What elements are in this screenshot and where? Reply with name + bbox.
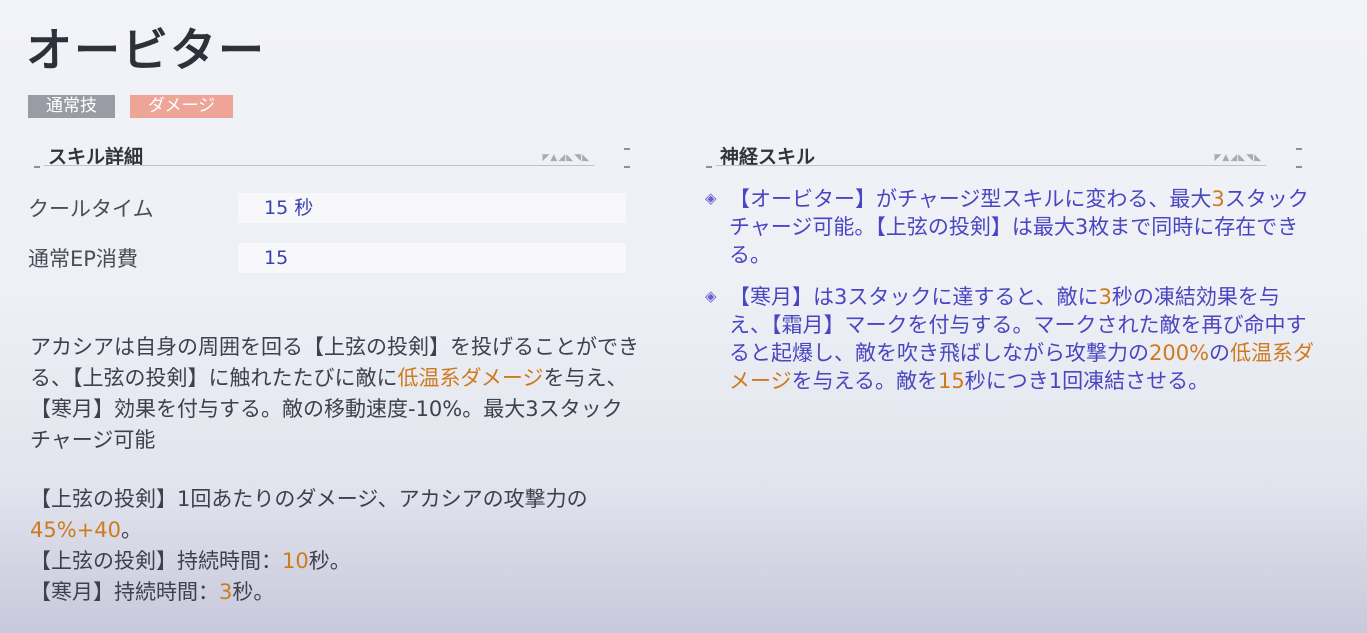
neural-skill-item: ◈ 【オービター】がチャージ型スキルに変わる、最大3スタックチャージ可能。【上弦… <box>705 185 1315 269</box>
desc-text: 【上弦の投剣】持続時間： <box>30 549 282 573</box>
cooldown-value: 15 秒 <box>238 193 626 223</box>
kangetsu-duration-line: 【寒月】持続時間：3秒。 <box>30 577 640 608</box>
ep-cost-value: 15 <box>238 243 626 273</box>
neural-highlight: 15 <box>937 369 965 393</box>
duration-line: 【上弦の投剣】持続時間：10秒。 <box>30 546 640 577</box>
neural-text: を与える。敵を <box>791 369 938 393</box>
neural-highlight: 200% <box>1149 341 1210 365</box>
desc-text: 。 <box>121 518 142 542</box>
ep-cost-row: 通常EP消費 15 <box>28 243 626 273</box>
desc-text: 【寒月】持続時間： <box>30 580 219 604</box>
neural-section-header: 神経スキル ◤▲◢◣◥◣ <box>700 142 1302 170</box>
duration-value: 10 <box>282 549 309 573</box>
neural-skill-text: 【オービター】がチャージ型スキルに変わる、最大3スタックチャージ可能。【上弦の投… <box>729 185 1315 269</box>
ornament-icon: ◤▲◢◣◥◣ <box>542 153 590 163</box>
desc-text: 秒。 <box>308 549 351 573</box>
diamond-bullet-icon: ◈ <box>705 189 717 207</box>
desc-highlight: 低温系ダメージ <box>397 366 544 390</box>
ep-cost-label: 通常EP消費 <box>28 247 138 271</box>
neural-skill-item: ◈ 【寒月】は3スタックに達すると、敵に3秒の凍結効果を与え、【霜月】マークを付… <box>705 283 1315 395</box>
desc-text: 秒。 <box>232 580 275 604</box>
cooldown-label: クールタイム <box>28 197 154 221</box>
header-tick <box>624 148 630 150</box>
damage-line: 【上弦の投剣】1回あたりのダメージ、アカシアの攻撃力の 45%+40。 <box>30 484 640 546</box>
header-tick <box>34 166 40 168</box>
neural-skill-text: 【寒月】は3スタックに達すると、敵に3秒の凍結効果を与え、【霜月】マークを付与す… <box>729 283 1315 395</box>
damage-value: 45%+40 <box>30 518 121 542</box>
header-tick <box>624 166 630 168</box>
skill-tags: 通常技 ダメージ <box>28 95 234 118</box>
neural-text: の <box>1209 341 1231 365</box>
header-tick <box>706 166 712 168</box>
ornament-icon: ◤▲◢◣◥◣ <box>1214 153 1262 163</box>
kangetsu-duration-value: 3 <box>219 580 233 604</box>
diamond-bullet-icon: ◈ <box>705 287 717 305</box>
neural-highlight: 3 <box>1211 187 1225 211</box>
neural-skill-list: ◈ 【オービター】がチャージ型スキルに変わる、最大3スタックチャージ可能。【上弦… <box>705 185 1315 409</box>
neural-text: 【寒月】は3スタックに達すると、敵に <box>729 285 1099 309</box>
desc-text: 【上弦の投剣】1回あたりのダメージ、アカシアの攻撃力の <box>30 487 588 511</box>
skill-stats-text: 【上弦の投剣】1回あたりのダメージ、アカシアの攻撃力の 45%+40。 【上弦の投… <box>30 484 640 608</box>
header-tick <box>1296 166 1302 168</box>
neural-text: 秒につき1回凍結させる。 <box>964 369 1210 393</box>
header-divider <box>44 165 594 166</box>
header-tick <box>1296 148 1302 150</box>
header-divider <box>716 165 1266 166</box>
tag-damage: ダメージ <box>130 95 234 118</box>
details-section-header: スキル詳細 ◤▲◢◣◥◣ <box>28 142 630 170</box>
tag-normal-attack: 通常技 <box>28 95 115 118</box>
neural-highlight: 3 <box>1098 285 1112 309</box>
skill-title: オービター <box>26 23 266 77</box>
cooldown-row: クールタイム 15 秒 <box>28 193 626 223</box>
skill-description: アカシアは自身の周囲を回る【上弦の投剣】を投げることができる、【上弦の投剣】に触… <box>30 332 640 456</box>
neural-text: 【オービター】がチャージ型スキルに変わる、最大 <box>729 187 1212 211</box>
